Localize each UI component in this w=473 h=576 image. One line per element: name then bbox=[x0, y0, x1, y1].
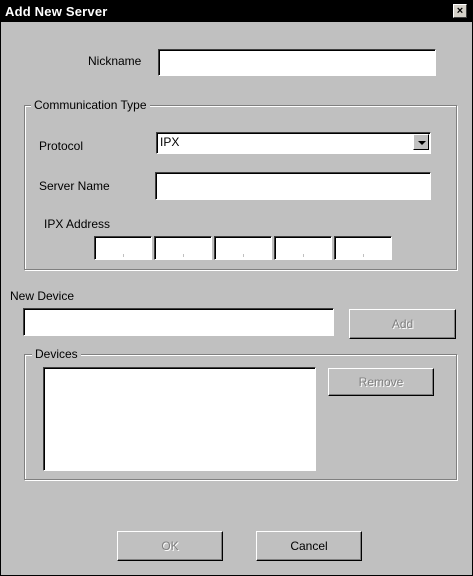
devices-listbox[interactable] bbox=[43, 367, 316, 471]
devices-legend: Devices bbox=[32, 347, 81, 361]
new-device-input[interactable] bbox=[23, 308, 334, 336]
nickname-input[interactable] bbox=[158, 49, 436, 76]
close-icon: × bbox=[456, 5, 464, 17]
protocol-label: Protocol bbox=[39, 139, 84, 153]
cancel-button[interactable]: Cancel bbox=[256, 531, 362, 561]
ipx-address-label: IPX Address bbox=[44, 217, 111, 231]
communication-type-legend: Communication Type bbox=[31, 98, 150, 112]
ok-button[interactable]: OK bbox=[117, 531, 223, 561]
chevron-down-icon[interactable] bbox=[413, 134, 429, 150]
server-name-input[interactable] bbox=[155, 172, 431, 200]
nickname-label: Nickname bbox=[88, 54, 142, 68]
ipx-address-segment-4[interactable] bbox=[274, 236, 332, 260]
ipx-address-segment-1[interactable] bbox=[94, 236, 152, 260]
remove-device-button[interactable]: Remove bbox=[328, 368, 434, 396]
server-name-label: Server Name bbox=[39, 179, 110, 193]
add-new-server-dialog: Add New Server × Nickname Communication … bbox=[0, 0, 473, 576]
ipx-address-segment-5[interactable] bbox=[334, 236, 392, 260]
new-device-label: New Device bbox=[10, 289, 75, 303]
ipx-address-segment-2[interactable] bbox=[154, 236, 212, 260]
close-button[interactable]: × bbox=[453, 4, 467, 18]
dialog-title: Add New Server bbox=[5, 4, 108, 19]
protocol-select[interactable]: IPX bbox=[156, 132, 431, 154]
title-bar[interactable]: Add New Server × bbox=[1, 1, 472, 22]
add-device-button[interactable]: Add bbox=[349, 309, 456, 339]
ipx-address-segment-3[interactable] bbox=[214, 236, 272, 260]
protocol-selected-value: IPX bbox=[160, 135, 180, 149]
